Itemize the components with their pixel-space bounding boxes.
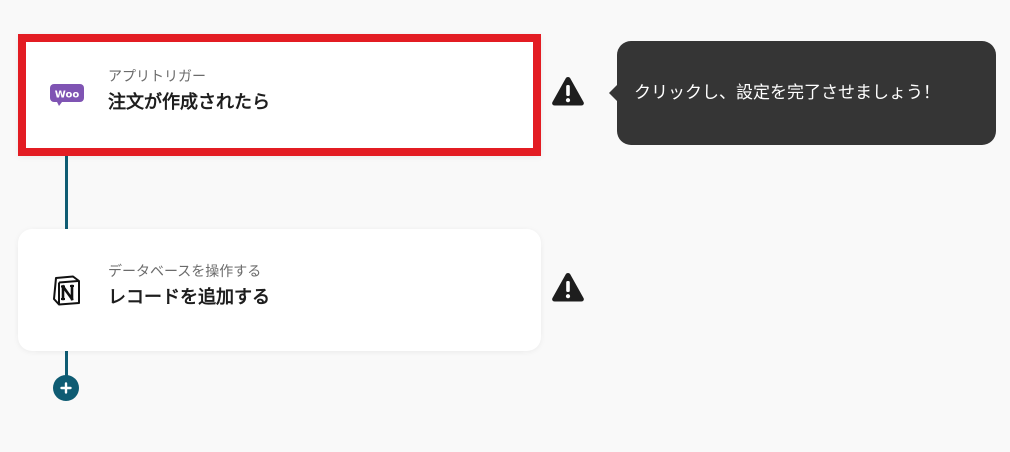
warning-icon xyxy=(551,75,585,107)
tooltip-arrow xyxy=(609,85,617,101)
add-step-button[interactable] xyxy=(53,375,79,401)
trigger-step-card[interactable]: Woo アプリトリガー 注文が作成されたら xyxy=(18,34,541,156)
setup-tooltip: クリックし、設定を完了させましょう！ xyxy=(609,41,996,145)
flow-connector-line xyxy=(65,150,68,232)
warning-icon xyxy=(551,271,585,303)
action-step-subtitle: データベースを操作する xyxy=(108,264,262,280)
trigger-step-title: 注文が作成されたら xyxy=(108,92,270,113)
trigger-step-subtitle: アプリトリガー xyxy=(108,69,206,85)
action-step-card[interactable]: データベースを操作する レコードを追加する xyxy=(18,229,541,351)
woocommerce-icon: Woo xyxy=(50,78,84,112)
action-step-title: レコードを追加する xyxy=(108,287,270,308)
tooltip-text: クリックし、設定を完了させましょう！ xyxy=(634,83,940,103)
plus-icon xyxy=(60,379,72,398)
woocommerce-logo-text: Woo xyxy=(55,90,80,101)
notion-icon xyxy=(50,273,84,307)
